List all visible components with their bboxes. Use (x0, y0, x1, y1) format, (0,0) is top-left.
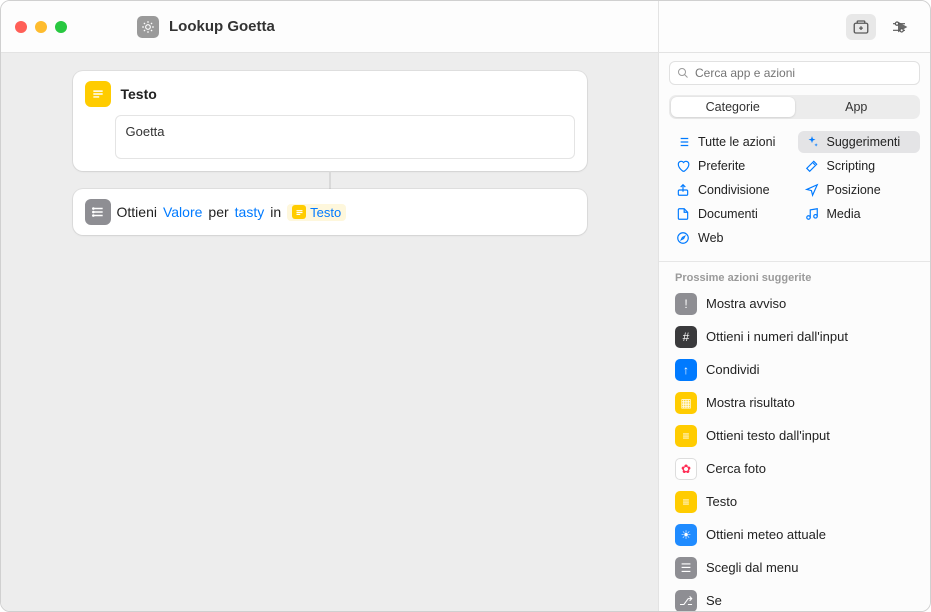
suggestion-icon: ▦ (675, 392, 697, 414)
category-label: Documenti (698, 207, 758, 221)
category-documents[interactable]: Documenti (669, 203, 792, 225)
category-all-actions[interactable]: Tutte le azioni (669, 131, 792, 153)
suggestions-list: ! Mostra avviso # Ottieni i numeri dall'inp… (659, 288, 930, 611)
param-key[interactable]: tasty (235, 204, 265, 220)
text-input-field[interactable]: Goetta (115, 115, 575, 159)
variable-chip[interactable]: Testo (287, 204, 346, 221)
text-action-card[interactable]: Testo Goetta (73, 71, 587, 171)
segment-apps[interactable]: App (795, 97, 919, 117)
search-input[interactable] (695, 66, 912, 80)
share-icon (675, 183, 691, 197)
category-label: Suggerimenti (827, 135, 901, 149)
search-wrap (659, 53, 930, 91)
category-label: Tutte le azioni (698, 135, 775, 149)
connector-line (329, 171, 331, 189)
suggestion-icon: ☰ (675, 557, 697, 579)
list-icon (675, 135, 691, 149)
category-label: Preferite (698, 159, 745, 173)
suggestion-item[interactable]: ⎇ Se (667, 585, 922, 611)
suggestion-item[interactable]: ↑ Condividi (667, 354, 922, 386)
body: Testo Goetta Ottieni Valore per tasty in (1, 53, 930, 611)
suggestion-item[interactable]: ≡ Testo (667, 486, 922, 518)
segment-categories[interactable]: Categorie (671, 97, 795, 117)
category-grid: Tutte le azioni Suggerimenti Preferite S… (659, 127, 930, 259)
action-header: Testo (73, 71, 587, 115)
sparkle-icon (804, 135, 820, 149)
category-location[interactable]: Posizione (798, 179, 921, 201)
heart-icon (675, 159, 691, 173)
suggestion-item[interactable]: ! Mostra avviso (667, 288, 922, 320)
action-text: per (208, 204, 228, 220)
sidebar-toolbar (658, 1, 930, 53)
safari-icon (675, 231, 691, 245)
minimize-window-button[interactable] (35, 21, 47, 33)
settings-button[interactable] (884, 14, 914, 40)
suggestion-item[interactable]: ☀ Ottieni meteo attuale (667, 519, 922, 551)
search-field[interactable] (669, 61, 920, 85)
suggestion-label: Mostra risultato (706, 395, 795, 410)
text-action-icon (85, 81, 111, 107)
dictionary-action-card[interactable]: Ottieni Valore per tasty in Testo (73, 189, 587, 235)
category-sharing[interactable]: Condivisione (669, 179, 792, 201)
category-label: Media (827, 207, 861, 221)
shortcut-icon (137, 16, 159, 38)
category-label: Posizione (827, 183, 881, 197)
suggestion-icon: ! (675, 293, 697, 315)
zoom-window-button[interactable] (55, 21, 67, 33)
divider (659, 261, 930, 262)
suggestion-item[interactable]: # Ottieni i numeri dall'input (667, 321, 922, 353)
document-icon (675, 207, 691, 221)
category-scripting[interactable]: Scripting (798, 155, 921, 177)
window-title: Lookup Goetta (169, 18, 275, 35)
suggestion-label: Testo (706, 494, 737, 509)
action-inline: Ottieni Valore per tasty in Testo (73, 189, 587, 235)
location-icon (804, 183, 820, 197)
suggestion-icon: ✿ (675, 458, 697, 480)
text-variable-icon (292, 205, 306, 219)
category-web[interactable]: Web (669, 227, 792, 249)
suggestion-label: Cerca foto (706, 461, 766, 476)
dictionary-action-icon (85, 199, 111, 225)
suggestion-icon: ☀ (675, 524, 697, 546)
action-body: Goetta (73, 115, 587, 171)
suggestion-icon: ≡ (675, 491, 697, 513)
traffic-lights (15, 21, 67, 33)
suggestion-item[interactable]: ✿ Cerca foto (667, 453, 922, 485)
category-label: Web (698, 231, 723, 245)
action-title: Testo (121, 86, 157, 102)
suggestion-label: Condividi (706, 362, 759, 377)
wand-icon (804, 159, 820, 173)
suggestion-item[interactable]: ▦ Mostra risultato (667, 387, 922, 419)
category-favorites[interactable]: Preferite (669, 155, 792, 177)
param-value[interactable]: Valore (163, 204, 202, 220)
suggestion-icon: # (675, 326, 697, 348)
action-library-sidebar: Categorie App Tutte le azioni Suggerimen… (658, 53, 930, 611)
suggestion-label: Scegli dal menu (706, 560, 799, 575)
suggestion-label: Se (706, 593, 722, 608)
category-label: Scripting (827, 159, 876, 173)
category-suggestions[interactable]: Suggerimenti (798, 131, 921, 153)
search-icon (677, 67, 689, 79)
suggestion-icon: ↑ (675, 359, 697, 381)
suggestion-item[interactable]: ≡ Ottieni testo dall'input (667, 420, 922, 452)
category-media[interactable]: Media (798, 203, 921, 225)
suggestion-item[interactable]: ☰ Scegli dal menu (667, 552, 922, 584)
music-icon (804, 207, 820, 221)
section-title: Prossime azioni suggerite (659, 264, 930, 288)
close-window-button[interactable] (15, 21, 27, 33)
variable-label: Testo (310, 205, 341, 220)
workflow-canvas[interactable]: Testo Goetta Ottieni Valore per tasty in (1, 53, 658, 611)
app-window: Lookup Goetta Testo (0, 0, 931, 612)
category-label: Condivisione (698, 183, 770, 197)
suggestion-label: Ottieni testo dall'input (706, 428, 830, 443)
suggestion-icon: ≡ (675, 425, 697, 447)
action-text: in (270, 204, 281, 220)
suggestion-label: Ottieni meteo attuale (706, 527, 826, 542)
suggestion-label: Ottieni i numeri dall'input (706, 329, 848, 344)
library-toggle-button[interactable] (846, 14, 876, 40)
suggestion-label: Mostra avviso (706, 296, 786, 311)
action-text: Ottieni (117, 204, 157, 220)
suggestion-icon: ⎇ (675, 590, 697, 611)
segmented-control: Categorie App (669, 95, 920, 119)
